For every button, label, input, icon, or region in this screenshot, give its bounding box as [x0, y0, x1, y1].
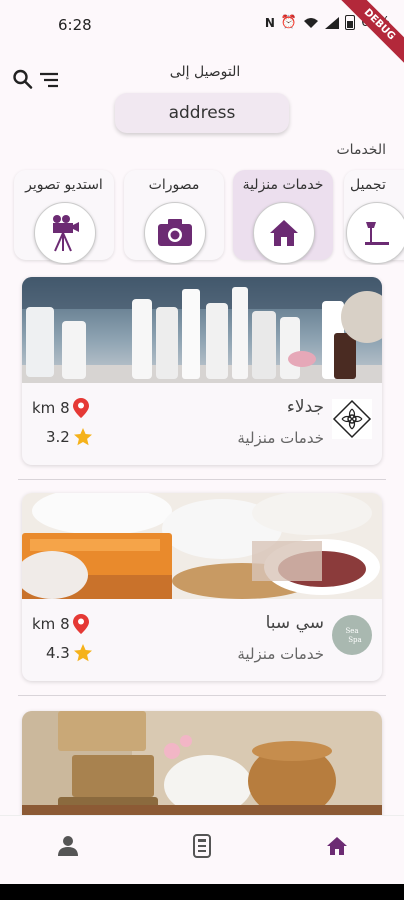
- category-label: استديو تصوير: [25, 177, 103, 193]
- distance-text: km 8: [32, 399, 70, 417]
- location-pin-icon: [72, 398, 89, 418]
- svg-text:Spa: Spa: [348, 636, 361, 644]
- list-divider: [18, 695, 386, 696]
- category-beauty[interactable]: تجميل: [344, 170, 404, 264]
- services-section-title: الخدمات: [336, 142, 387, 158]
- wifi-icon: [304, 17, 319, 28]
- status-bar: 6:28 N ⏰ 62% DEBUG: [0, 0, 404, 71]
- provider-cover-image: [22, 493, 382, 599]
- deliver-to-label: التوصيل إلى: [169, 64, 241, 80]
- categories-row: تجميل خدمات منزلية مصورات استديو تصوير: [0, 165, 404, 265]
- provider-cover-image: [22, 277, 382, 383]
- home-icon: [253, 202, 315, 264]
- rating: 4.3: [46, 643, 93, 663]
- category-home-services[interactable]: خدمات منزلية: [233, 170, 333, 264]
- svg-text:Sea: Sea: [345, 627, 358, 635]
- category-label: مصورات: [148, 177, 200, 193]
- nav-home[interactable]: [307, 826, 367, 866]
- distance: km 8: [32, 398, 89, 418]
- nav-orders[interactable]: [172, 826, 232, 866]
- provider-cover-image: [22, 711, 382, 815]
- providers-list: km 8 3.2 جدلاء خدمات منزلية km 8 4.3 سي …: [0, 275, 404, 815]
- provider-card[interactable]: km 8 4.3 سي سبا خدمات منزلية Sea Spa: [22, 493, 382, 681]
- address-text: address: [168, 103, 236, 123]
- category-photographers[interactable]: مصورات: [124, 170, 224, 264]
- distance-text: km 8: [32, 615, 70, 633]
- nfc-icon: N: [264, 15, 275, 30]
- camera-icon: [144, 202, 206, 264]
- provider-info: km 8 4.3 سي سبا خدمات منزلية Sea Spa: [22, 599, 382, 679]
- rating: 3.2: [46, 427, 93, 447]
- provider-info: km 8 3.2 جدلاء خدمات منزلية: [22, 383, 382, 463]
- rating-value: 4.3: [46, 644, 70, 662]
- nav-profile[interactable]: [38, 826, 98, 866]
- video-camera-tripod-icon: [34, 202, 96, 264]
- category-label: تجميل: [350, 177, 386, 193]
- category-photo-studio[interactable]: استديو تصوير: [14, 170, 114, 264]
- provider-name: سي سبا: [265, 613, 324, 633]
- provider-category: خدمات منزلية: [237, 429, 324, 447]
- provider-card[interactable]: [22, 711, 382, 815]
- beauty-icon: [346, 202, 404, 264]
- star-icon: [73, 428, 92, 446]
- search-icon[interactable]: [12, 67, 34, 91]
- star-icon: [73, 644, 92, 662]
- distance: km 8: [32, 614, 89, 634]
- top-header: التوصيل إلى address: [0, 55, 404, 135]
- address-selector[interactable]: address: [115, 93, 289, 133]
- provider-card[interactable]: km 8 3.2 جدلاء خدمات منزلية: [22, 277, 382, 465]
- alarm-icon: ⏰: [280, 15, 298, 30]
- bottom-navigation: [0, 815, 404, 884]
- status-time: 6:28: [58, 16, 92, 34]
- provider-logo: Sea Spa: [332, 615, 372, 655]
- orders-icon: [193, 834, 211, 858]
- battery-icon: [345, 15, 356, 30]
- list-divider: [18, 479, 386, 480]
- app-screen: 6:28 N ⏰ 62% DEBUG التوصيل إلى address ا…: [0, 0, 404, 884]
- category-label: خدمات منزلية: [242, 177, 324, 193]
- location-pin-icon: [72, 614, 89, 634]
- provider-logo: [332, 399, 372, 439]
- signal-icon: [325, 16, 340, 29]
- profile-icon: [58, 836, 78, 856]
- filter-menu-icon[interactable]: [38, 71, 60, 89]
- rating-value: 3.2: [46, 428, 70, 446]
- provider-category: خدمات منزلية: [237, 645, 324, 663]
- home-icon: [327, 837, 347, 855]
- provider-name: جدلاء: [286, 397, 324, 417]
